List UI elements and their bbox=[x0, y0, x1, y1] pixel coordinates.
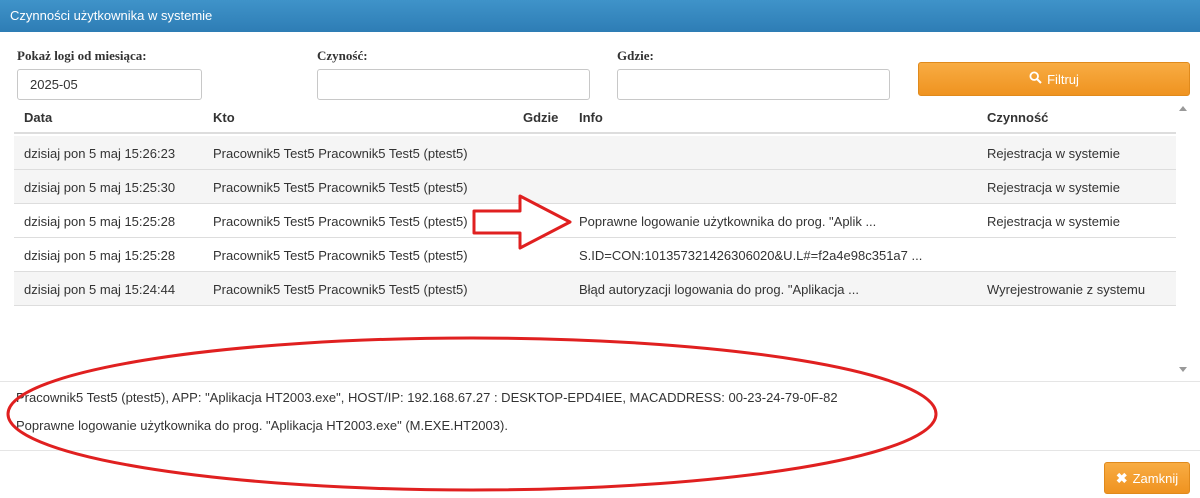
search-icon bbox=[1029, 71, 1042, 87]
cell-action: Rejestracja w systemie bbox=[987, 214, 1120, 229]
cell-date: dzisiaj pon 5 maj 15:24:44 bbox=[24, 282, 176, 297]
month-label: Pokaż logi od miesiąca: bbox=[17, 48, 147, 63]
cell-who: Pracownik5 Test5 Pracownik5 Test5 (ptest… bbox=[213, 146, 468, 161]
table-row[interactable]: dzisiaj pon 5 maj 15:24:44 Pracownik5 Te… bbox=[14, 272, 1176, 306]
cell-info: Błąd autoryzacji logowania do prog. "Apl… bbox=[579, 282, 859, 297]
close-icon: ✖ bbox=[1115, 469, 1128, 486]
close-button-label: Zamknij bbox=[1132, 470, 1179, 486]
cell-date: dzisiaj pon 5 maj 15:25:30 bbox=[24, 180, 176, 195]
window-title: Czynności użytkownika w systemie bbox=[0, 0, 1200, 32]
filter-button-label: Filtruj bbox=[1047, 71, 1079, 87]
scroll-down-icon[interactable] bbox=[1179, 367, 1187, 372]
cell-date: dzisiaj pon 5 maj 15:26:23 bbox=[24, 146, 176, 161]
filter-button[interactable]: Filtruj bbox=[918, 62, 1190, 96]
header-date[interactable]: Data bbox=[24, 110, 52, 125]
details-line-2: Poprawne logowanie użytkownika do prog. … bbox=[16, 418, 508, 433]
cell-date: dzisiaj pon 5 maj 15:25:28 bbox=[24, 248, 176, 263]
cell-info: Poprawne logowanie użytkownika do prog. … bbox=[579, 214, 877, 229]
table-row[interactable]: dzisiaj pon 5 maj 15:25:28 Pracownik5 Te… bbox=[14, 204, 1176, 238]
table-row[interactable]: dzisiaj pon 5 maj 15:25:30 Pracownik5 Te… bbox=[14, 170, 1176, 204]
table-row[interactable]: dzisiaj pon 5 maj 15:26:23 Pracownik5 Te… bbox=[14, 136, 1176, 170]
month-input[interactable] bbox=[17, 69, 202, 100]
table-row[interactable]: dzisiaj pon 5 maj 15:25:28 Pracownik5 Te… bbox=[14, 238, 1176, 272]
header-action[interactable]: Czynność bbox=[987, 110, 1048, 125]
cell-action: Rejestracja w systemie bbox=[987, 180, 1120, 195]
action-label: Czyność: bbox=[317, 48, 368, 63]
cell-action: Rejestracja w systemie bbox=[987, 146, 1120, 161]
header-where[interactable]: Gdzie bbox=[523, 110, 558, 125]
cell-action: Wyrejestrowanie z systemu bbox=[987, 282, 1146, 297]
action-input[interactable] bbox=[317, 69, 590, 100]
close-button[interactable]: ✖ Zamknij bbox=[1104, 462, 1190, 494]
details-line-1: Pracownik5 Test5 (ptest5), APP: "Aplikac… bbox=[16, 390, 838, 405]
header-who[interactable]: Kto bbox=[213, 110, 235, 125]
details-divider bbox=[0, 381, 1200, 382]
cell-who: Pracownik5 Test5 Pracownik5 Test5 (ptest… bbox=[213, 180, 468, 195]
table-header: Data Kto Gdzie Info Czynność bbox=[14, 100, 1176, 134]
cell-who: Pracownik5 Test5 Pracownik5 Test5 (ptest… bbox=[213, 214, 468, 229]
cell-who: Pracownik5 Test5 Pracownik5 Test5 (ptest… bbox=[213, 248, 468, 263]
where-label: Gdzie: bbox=[617, 48, 654, 63]
cell-who: Pracownik5 Test5 Pracownik5 Test5 (ptest… bbox=[213, 282, 468, 297]
where-input[interactable] bbox=[617, 69, 890, 100]
header-info[interactable]: Info bbox=[579, 110, 603, 125]
scroll-up-icon[interactable] bbox=[1179, 106, 1187, 111]
footer-divider bbox=[0, 450, 1200, 451]
cell-info: S.ID=CON:101357321426306020&U.L#=f2a4e98… bbox=[579, 248, 923, 263]
cell-date: dzisiaj pon 5 maj 15:25:28 bbox=[24, 214, 176, 229]
table-scrollbar[interactable] bbox=[1176, 100, 1190, 380]
log-table: Data Kto Gdzie Info Czynność dzisiaj pon… bbox=[14, 100, 1176, 378]
